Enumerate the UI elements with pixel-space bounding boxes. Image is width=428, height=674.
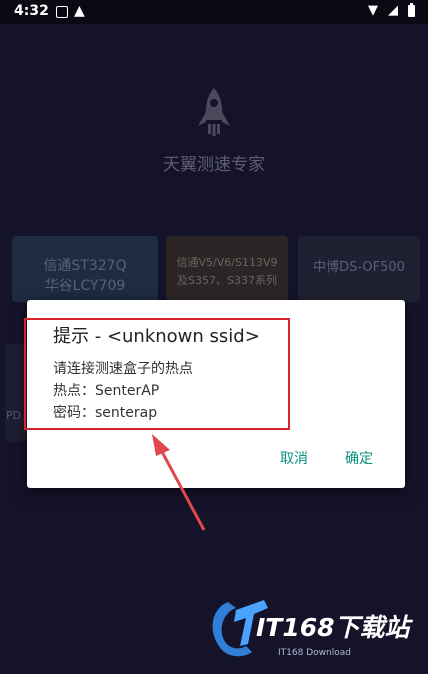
device-card-ds-of500[interactable]: 中博DS-OF500 xyxy=(298,236,420,302)
dialog-hotspot-line: 热点：SenterAP xyxy=(53,383,160,399)
cancel-button[interactable]: 取消 xyxy=(280,448,308,468)
device-card-line: 信通ST327Q xyxy=(43,258,127,274)
dialog-password-line: 密码：senterap xyxy=(53,405,158,421)
app-title: 天翼测速专家 xyxy=(163,155,265,175)
wifi-icon: ▼ xyxy=(368,3,378,18)
rocket-icon xyxy=(198,88,230,136)
device-card-line: 华谷LCY709 xyxy=(44,278,126,294)
device-card-v5[interactable]: 信通V5/V6/S113V9 及S357、S337系列 xyxy=(166,236,288,302)
alert-dialog: 提示 - <unknown ssid> 请连接测速盒子的热点 热点：Senter… xyxy=(27,300,405,488)
status-bar: 4:32 ▲ ▼ ◢ xyxy=(0,0,428,24)
ok-button[interactable]: 确定 xyxy=(345,448,373,468)
dialog-title: 提示 - <unknown ssid> xyxy=(53,326,260,347)
device-card-line: 及S357、S337系列 xyxy=(177,274,277,287)
status-time: 4:32 xyxy=(14,3,49,19)
device-card-line: 中博DS-OF500 xyxy=(313,260,405,275)
image-notification-icon xyxy=(56,6,68,18)
battery-icon xyxy=(408,3,415,17)
warning-icon: ▲ xyxy=(74,3,85,19)
dialog-message-line: 请连接测速盒子的热点 xyxy=(53,361,193,377)
device-card-line: PD xyxy=(6,409,22,422)
device-card-line: 信通V5/V6/S113V9 xyxy=(176,256,278,269)
device-card-pd[interactable]: PD xyxy=(5,344,27,442)
watermark-subtext: IT168 Download xyxy=(278,648,351,658)
signal-icon: ◢ xyxy=(388,3,398,18)
dialog-message: 请连接测速盒子的热点 热点：SenterAP 密码：senterap xyxy=(53,358,193,424)
device-card-st327q[interactable]: 信通ST327Q 华谷LCY709 xyxy=(12,236,158,302)
watermark-text: IT168下载站 xyxy=(256,613,410,642)
